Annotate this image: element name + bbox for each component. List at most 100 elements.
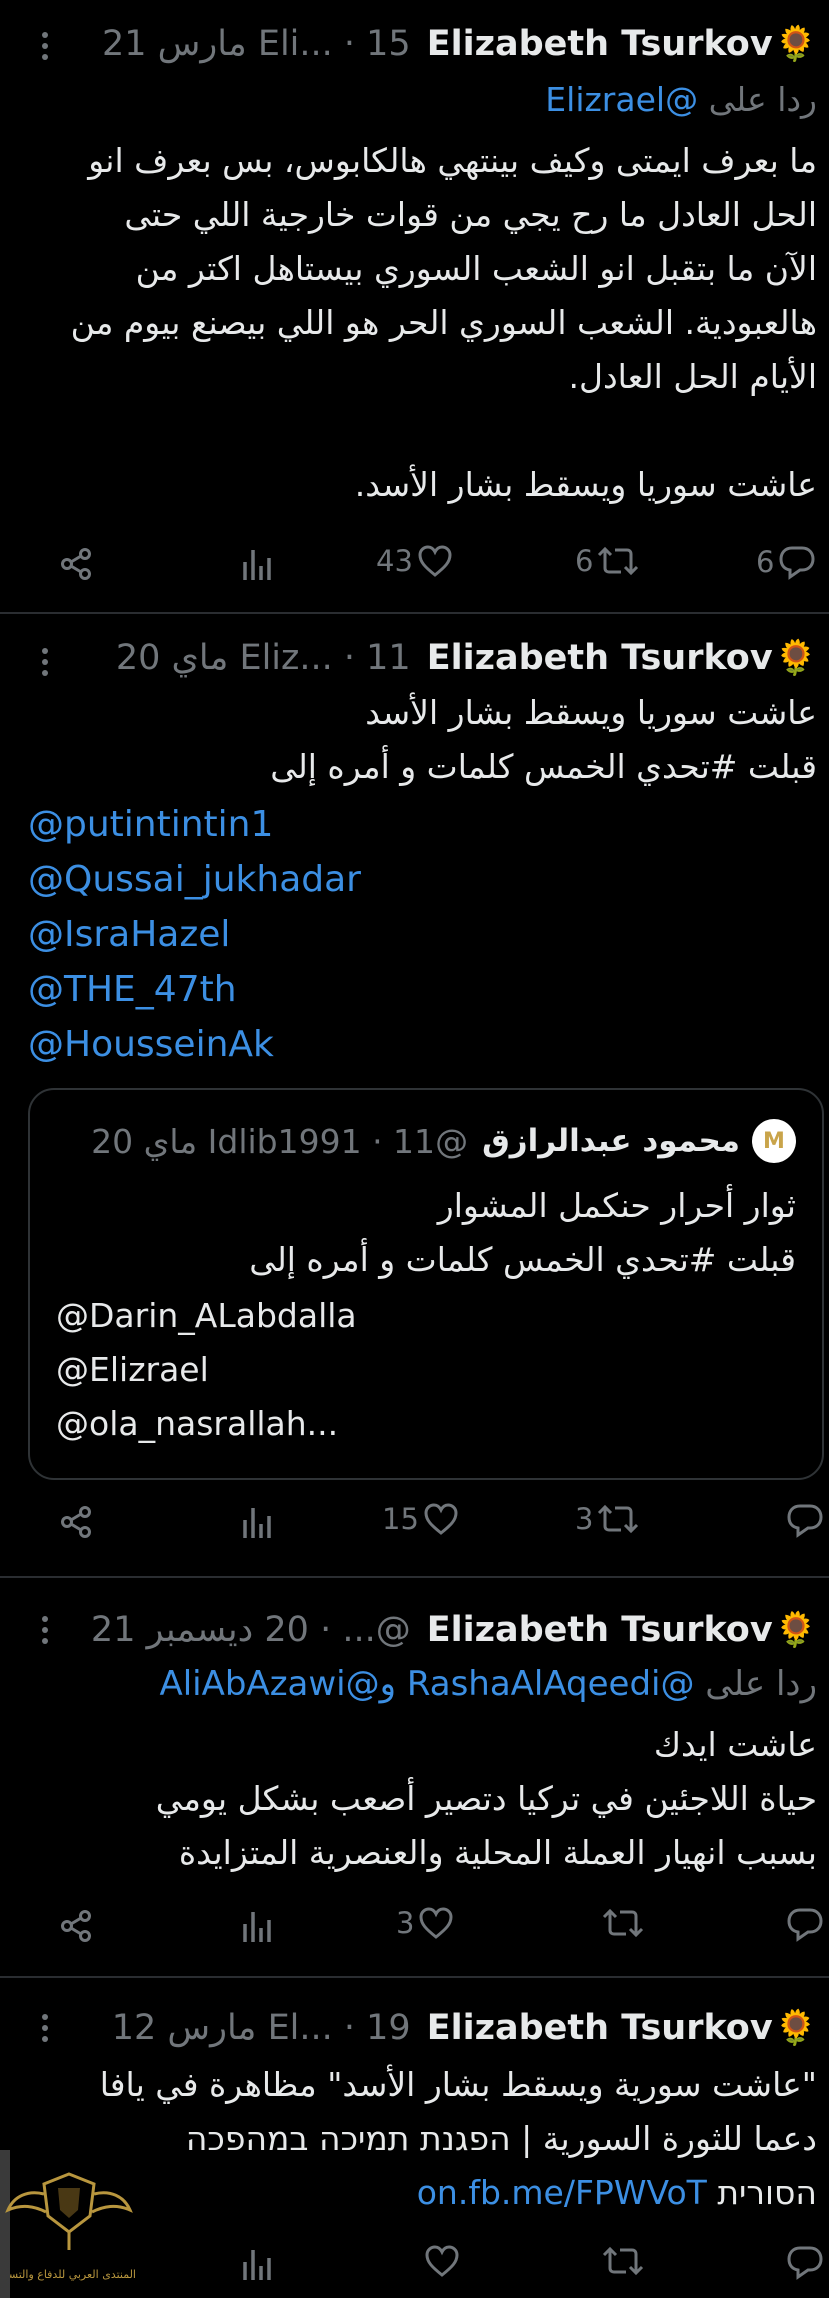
sunflower-emoji: 🌻 (774, 2008, 817, 2048)
text-line: الحل العادل ما رح يجي من قوات خارجية الل… (124, 195, 817, 234)
reply-to-line: ردا على @RashaAlAqeedi و@AliAbAzawi (159, 1664, 817, 1704)
display-name[interactable]: Elizabeth Tsurkov (427, 1610, 773, 1650)
quoted-tweet[interactable]: M محمود عبدالرازق @Idlib1991 · 11 ماي 20… (28, 1088, 824, 1480)
external-link[interactable]: on.fb.me/FPWVoT (417, 2173, 707, 2212)
reply-icon (779, 546, 815, 580)
text-line: عاشت سوريا ويسقط بشار الأسد. (354, 465, 817, 504)
retweet-icon (602, 1908, 644, 1938)
analytics-icon (243, 2250, 271, 2280)
action-bar: 3 (0, 1898, 829, 1954)
tweet-3[interactable]: 🌻 Elizabeth Tsurkov @... · 20 ديسمبر 21 … (0, 1578, 829, 1976)
like-button[interactable] (420, 2244, 460, 2278)
share-button[interactable] (58, 1908, 94, 1944)
quoted-display-name[interactable]: محمود عبدالرازق (482, 1123, 740, 1159)
heart-icon (425, 2245, 459, 2277)
reply-icon (787, 1908, 823, 1942)
text-line: عاشت سوريا ويسقط بشار الأسد (365, 693, 817, 732)
reply-prefix: ردا على (705, 1664, 817, 1704)
handle-and-date[interactable]: Eli... · 15 مارس 21 (102, 24, 411, 64)
analytics-button[interactable] (240, 546, 274, 582)
forum-watermark-logo: المنتدى العربي للدفاع والتسليح (0, 2150, 140, 2298)
reply-icon (787, 1504, 823, 1538)
text-line: حياة اللاجئين في تركيا دتصير أصعب بشكل ي… (155, 1779, 817, 1818)
sunflower-emoji: 🌻 (774, 24, 817, 64)
reply-icon (787, 2246, 823, 2280)
action-bar: 15 3 (0, 1494, 829, 1550)
text-line: قبلت #تحدي الخمس كلمات و أمره إلى (270, 747, 817, 786)
retweet-button[interactable] (598, 1906, 644, 1940)
reply-to-user[interactable]: @Elizrael (545, 80, 698, 119)
retweet-button[interactable]: 6 (575, 544, 639, 578)
quoted-text-line: قبلت #تحدي الخمس كلمات و أمره إلى (249, 1240, 796, 1279)
analytics-button[interactable] (240, 2246, 274, 2282)
handle-and-date[interactable]: @... · 20 ديسمبر 21 (91, 1610, 411, 1650)
reply-button[interactable] (782, 2244, 824, 2280)
like-button[interactable]: 15 (382, 1502, 459, 1536)
share-icon (61, 1910, 91, 1942)
reply-button[interactable] (782, 1502, 824, 1538)
reply-to-users[interactable]: @RashaAlAqeedi و@AliAbAzawi (159, 1664, 694, 1704)
reply-count: 6 (756, 545, 775, 579)
tweet-1[interactable]: 🌻 Elizabeth Tsurkov Eli... · 15 مارس 21 … (0, 0, 829, 612)
analytics-icon (243, 1508, 271, 1538)
quoted-mention: @ola_nasrallah... (56, 1404, 339, 1443)
reply-button[interactable] (782, 1906, 824, 1942)
analytics-icon (243, 1912, 271, 1942)
reply-to-line: ردا على @Elizrael (545, 80, 817, 119)
analytics-icon (243, 550, 271, 580)
text-line: دعما للثورة السورية | הפגנת תמיכה במהפכה (185, 2119, 817, 2158)
heart-icon (424, 1503, 458, 1535)
mention-link[interactable]: @IsraHazel (28, 914, 230, 955)
analytics-button[interactable] (240, 1504, 274, 1540)
retweet-icon (598, 546, 639, 576)
quoted-text-line: ثوار أحرار حنكمل المشوار (437, 1186, 796, 1225)
text-line-with-link: הסורית on.fb.me/FPWVoT (28, 2166, 817, 2220)
avatar[interactable]: M (752, 1119, 796, 1163)
handle-and-date[interactable]: El... · 19 مارس 12 (112, 2008, 411, 2048)
avatar-letter: M (763, 1128, 785, 1154)
display-name[interactable]: Elizabeth Tsurkov (427, 638, 773, 678)
like-button[interactable]: 3 (396, 1906, 454, 1940)
heart-icon (418, 545, 452, 577)
tweet-text: ما بعرف ايمتى وكيف بينتهي هالكابوس، بس ب… (28, 134, 817, 512)
share-icon (61, 1506, 91, 1538)
retweet-button[interactable] (598, 2244, 644, 2278)
tweet-text: عاشت سوريا ويسقط بشار الأسد قبلت #تحدي ا… (28, 686, 817, 794)
share-button[interactable] (58, 546, 94, 582)
mention-link[interactable]: @Qussai_jukhadar (28, 859, 361, 900)
quoted-mention: @Darin_ALabdalla (56, 1296, 357, 1335)
like-button[interactable]: 43 (376, 544, 453, 578)
tweet-header: 🌻 Elizabeth Tsurkov Eliz... · 11 ماي 20 (20, 634, 817, 682)
tweet-2[interactable]: 🌻 Elizabeth Tsurkov Eliz... · 11 ماي 20 … (0, 614, 829, 1576)
heart-icon (419, 1907, 453, 1939)
text-line: "عاشت سورية ويسقط بشار الأسد" مظاهرة في … (99, 2065, 817, 2104)
share-icon (61, 548, 91, 580)
analytics-button[interactable] (240, 1908, 274, 1944)
tweet-header: 🌻 Elizabeth Tsurkov El... · 19 مارس 12 (20, 2004, 817, 2052)
text-line: هالعبودية. الشعب السوري الحر هو اللي بيص… (70, 303, 817, 342)
share-button[interactable] (58, 1504, 94, 1540)
eagle-shield-icon (5, 2172, 133, 2250)
mention-link[interactable]: @THE_47th (28, 969, 237, 1010)
action-bar: 43 6 6 (0, 536, 829, 592)
retweet-icon (598, 1504, 639, 1534)
display-name[interactable]: Elizabeth Tsurkov (427, 2008, 773, 2048)
like-count: 3 (396, 1906, 415, 1940)
display-name[interactable]: Elizabeth Tsurkov (427, 24, 773, 64)
tweet-text: عاشت ايدك حياة اللاجئين في تركيا دتصير أ… (28, 1718, 817, 1880)
retweet-button[interactable]: 3 (575, 1502, 639, 1536)
reply-button[interactable]: 6 (756, 544, 816, 580)
mention-link[interactable]: @HousseinAk (28, 1024, 274, 1065)
handle-and-date[interactable]: Eliz... · 11 ماي 20 (116, 638, 411, 678)
quoted-mention: @Elizrael (56, 1350, 209, 1389)
quoted-handle-and-date[interactable]: @Idlib1991 · 11 ماي 20 (91, 1122, 468, 1161)
text-line: ما بعرف ايمتى وكيف بينتهي هالكابوس، بس ب… (88, 141, 817, 180)
like-count: 43 (376, 544, 413, 578)
text-line: الأيام الحل العادل. (568, 357, 817, 396)
mention-link[interactable]: @putintintin1 (28, 804, 273, 845)
text-line: הסורית (717, 2173, 817, 2212)
tweet-header: 🌻 Elizabeth Tsurkov Eli... · 15 مارس 21 (20, 20, 817, 68)
retweet-count: 6 (575, 544, 594, 578)
tweet-text: "عاشت سورية ويسقط بشار الأسد" مظاهرة في … (28, 2058, 817, 2220)
sunflower-emoji: 🌻 (774, 638, 817, 678)
